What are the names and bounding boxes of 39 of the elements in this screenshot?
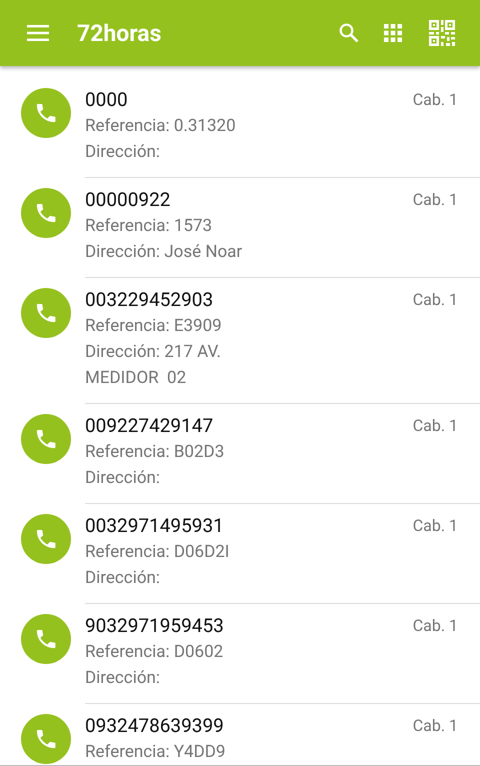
reference-text: Referencia: D0602 xyxy=(85,641,224,664)
address-text: Dirección: xyxy=(85,467,160,490)
address-text: Dirección: xyxy=(85,567,160,590)
cabin-label: Cab. 1 xyxy=(412,89,458,111)
cabin-label: Cab. 1 xyxy=(412,615,458,637)
reference-text: Referencia: Y4DD9 xyxy=(85,741,226,764)
reference-text: Referencia: E3909 xyxy=(85,315,222,338)
phone-avatar-icon xyxy=(21,614,71,664)
phone-number: 003229452903 xyxy=(85,287,214,313)
cabin-label: Cab. 1 xyxy=(412,715,458,737)
phone-avatar-icon xyxy=(21,514,71,564)
qr-code-icon[interactable] xyxy=(429,20,455,46)
reference-text: Referencia: 0.31320 xyxy=(85,115,236,138)
phone-avatar-icon xyxy=(21,288,71,338)
search-icon[interactable] xyxy=(339,23,359,43)
reference-text: Referencia: D06D2I xyxy=(85,541,230,564)
address-text: Dirección: José Noar xyxy=(85,241,242,264)
phone-number: 0000 xyxy=(85,87,128,113)
phone-number: 9032971959453 xyxy=(85,613,224,639)
phone-number: 00000922 xyxy=(85,187,170,213)
app-title: 72horas xyxy=(77,22,162,44)
phone-avatar-icon xyxy=(21,88,71,138)
reference-text: Referencia: 1573 xyxy=(85,215,212,238)
address-text: Dirección: xyxy=(85,667,160,690)
grid-icon[interactable] xyxy=(384,24,402,42)
phone-number: 0932478639399 xyxy=(85,713,224,739)
cabin-label: Cab. 1 xyxy=(412,415,458,437)
address-text: Dirección: 217 AV. MEDIDOR 02 xyxy=(85,341,221,390)
address-text: Dirección: xyxy=(85,141,160,164)
cabin-label: Cab. 1 xyxy=(412,289,458,311)
reference-text: Referencia: B02D3 xyxy=(85,441,224,464)
phone-number: 0032971495931 xyxy=(85,513,224,539)
phone-avatar-icon xyxy=(21,414,71,464)
phone-avatar-icon xyxy=(21,188,71,238)
phone-number: 009227429147 xyxy=(85,413,214,439)
menu-icon[interactable] xyxy=(27,25,49,41)
phone-avatar-icon xyxy=(21,714,71,764)
cabin-label: Cab. 1 xyxy=(412,515,458,537)
cabin-label: Cab. 1 xyxy=(412,189,458,211)
